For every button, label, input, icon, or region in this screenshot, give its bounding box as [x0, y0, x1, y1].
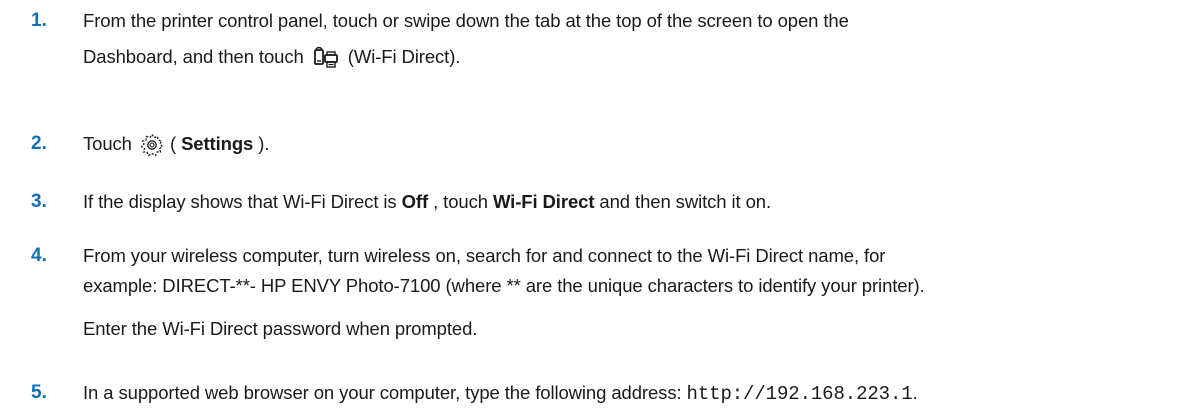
step-text-line: If the display shows that Wi-Fi Direct i… [83, 187, 1193, 217]
step-number: 3. [31, 191, 47, 212]
step-text: If the display shows that Wi-Fi Direct i… [83, 187, 1193, 217]
step-number: 4. [31, 245, 47, 266]
step-text: Touch ( Settings ). [83, 129, 1193, 159]
step-text: From the printer control panel, touch or… [83, 6, 1193, 72]
step-text-fragment: . [912, 382, 918, 403]
off-label: Off [401, 191, 429, 212]
step-text-fragment: ). [253, 133, 270, 154]
printer-address: http://192.168.223.1 [686, 383, 913, 405]
step-text-line: example: DIRECT-**- HP ENVY Photo-7100 (… [83, 275, 925, 296]
gear-icon [139, 132, 165, 158]
step-text-fragment: ( [164, 133, 182, 154]
step-text-line: In a supported web browser on your compu… [83, 378, 1193, 409]
wifi-direct-icon [313, 46, 339, 70]
step-text-fragment: Touch [83, 133, 137, 154]
step-text: In a supported web browser on your compu… [83, 378, 1193, 409]
step-text: From your wireless computer, turn wirele… [83, 241, 1193, 344]
step-text-line: Dashboard, and then touch (Wi-Fi Direct)… [83, 42, 1193, 72]
settings-label: Settings [181, 133, 254, 154]
step-text-line: Touch ( Settings ). [83, 129, 1193, 159]
step-text-fragment: and then switch it on. [594, 191, 772, 212]
step-text-line: From your wireless computer, turn wirele… [83, 245, 886, 266]
step-text-line: From the printer control panel, touch or… [83, 10, 849, 31]
step-text-fragment: Dashboard, and then touch [83, 46, 309, 67]
step-text-fragment: , touch [428, 191, 493, 212]
step-note: Enter the Wi-Fi Direct password when pro… [83, 318, 478, 339]
step-number: 1. [31, 10, 47, 31]
step-number: 2. [31, 133, 47, 154]
wifi-direct-label: Wi-Fi Direct [492, 191, 595, 212]
step-text-fragment: In a supported web browser on your compu… [83, 382, 687, 403]
step-number: 5. [31, 382, 47, 403]
step-text-fragment: (Wi-Fi Direct). [342, 46, 461, 67]
step-text-fragment: If the display shows that Wi-Fi Direct i… [83, 191, 402, 212]
